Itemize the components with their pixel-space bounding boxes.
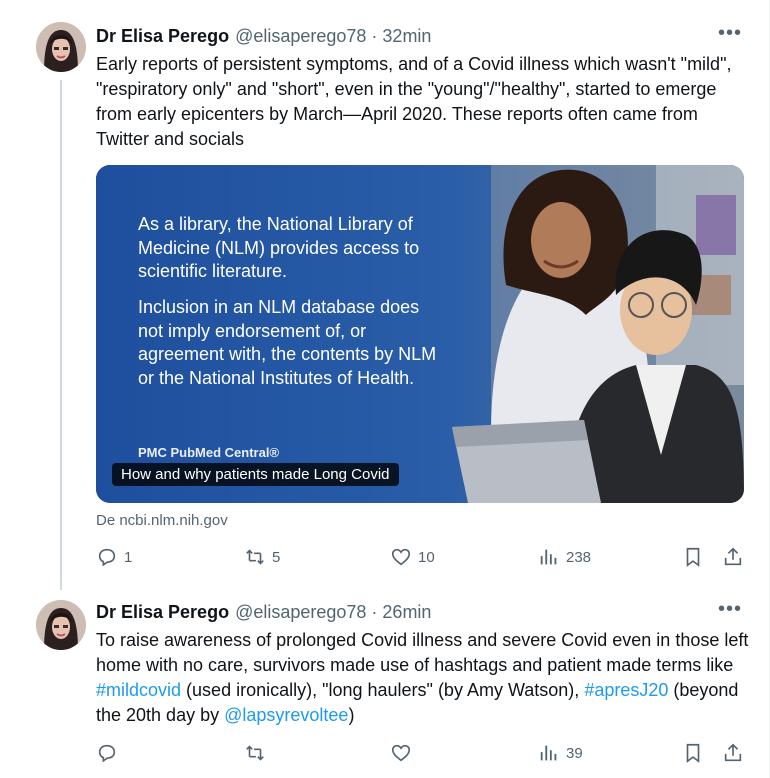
more-options-icon[interactable]: ••• [718,22,742,45]
bookmark-icon [686,743,700,763]
tweet-1[interactable]: Dr Elisa Perego @elisaperego78 · 32min •… [0,0,770,590]
share-icon [724,743,742,762]
views-count: 39 [566,744,583,762]
reply-count: 1 [124,548,133,566]
text-part: ) [348,705,355,725]
avatar[interactable] [36,600,86,650]
views-button[interactable]: 238 [538,546,591,568]
avatar[interactable] [36,22,86,72]
bookmark-icon [686,547,700,567]
text-part: (used ironically), "long haulers" (by Am… [181,680,585,700]
views-button[interactable]: 39 [538,742,583,764]
card-source[interactable]: De ncbi.nlm.nih.gov [96,512,228,529]
tweet-text: Early reports of persistent symptoms, an… [96,54,732,149]
reply-button[interactable]: 1 [96,546,132,568]
author-name[interactable]: Dr Elisa Perego [96,602,229,623]
bookmark-button[interactable] [682,742,704,764]
heart-icon [391,744,411,762]
reply-icon [98,744,116,763]
like-count: 10 [418,548,435,566]
like-button[interactable]: 10 [390,546,435,568]
reply-button[interactable] [96,742,124,764]
author-name[interactable]: Dr Elisa Perego [96,26,229,47]
heart-icon [391,548,411,566]
text-part: To raise awareness of prolonged Covid il… [96,630,749,675]
hashtag-link[interactable]: #mildcovid [96,680,181,700]
more-options-icon[interactable]: ••• [718,598,742,621]
share-button[interactable] [722,546,744,568]
share-button[interactable] [722,742,744,764]
tweet-actions: 39 [96,742,746,766]
card-text-2: Inclusion in an NLM database does not im… [138,297,437,388]
analytics-icon [540,549,557,565]
retweet-icon [246,549,264,565]
hashtag-link[interactable]: #apresJ20 [584,680,668,700]
mention-link[interactable]: @lapsyrevoltee [224,705,348,725]
retweet-button[interactable] [244,742,272,764]
analytics-icon [540,745,557,761]
tweet-header: Dr Elisa Perego @elisaperego78 · 26min [96,600,431,624]
retweet-count: 5 [272,548,281,566]
like-button[interactable] [390,742,418,764]
author-handle-time[interactable]: @elisaperego78 · 32min [235,26,431,47]
card-text-1: As a library, the National Library of Me… [138,214,420,281]
card-caption: How and why patients made Long Covid [112,463,399,486]
retweet-button[interactable]: 5 [244,546,280,568]
bookmark-button[interactable] [682,546,704,568]
tweet-header: Dr Elisa Perego @elisaperego78 · 32min [96,24,431,48]
reply-icon [98,548,116,567]
share-icon [724,547,742,566]
tweet-actions: 1 5 10 238 [96,546,746,570]
tweet-2[interactable]: Dr Elisa Perego @elisaperego78 · 26min •… [0,590,770,778]
tweet-text: To raise awareness of prolonged Covid il… [96,628,750,728]
pmc-logo: PMC PubMed Central® [138,445,280,460]
views-count: 238 [566,548,592,566]
retweet-icon [246,745,264,761]
author-handle-time[interactable]: @elisaperego78 · 26min [235,602,431,623]
link-card[interactable]: As a library, the National Library of Me… [96,165,744,503]
